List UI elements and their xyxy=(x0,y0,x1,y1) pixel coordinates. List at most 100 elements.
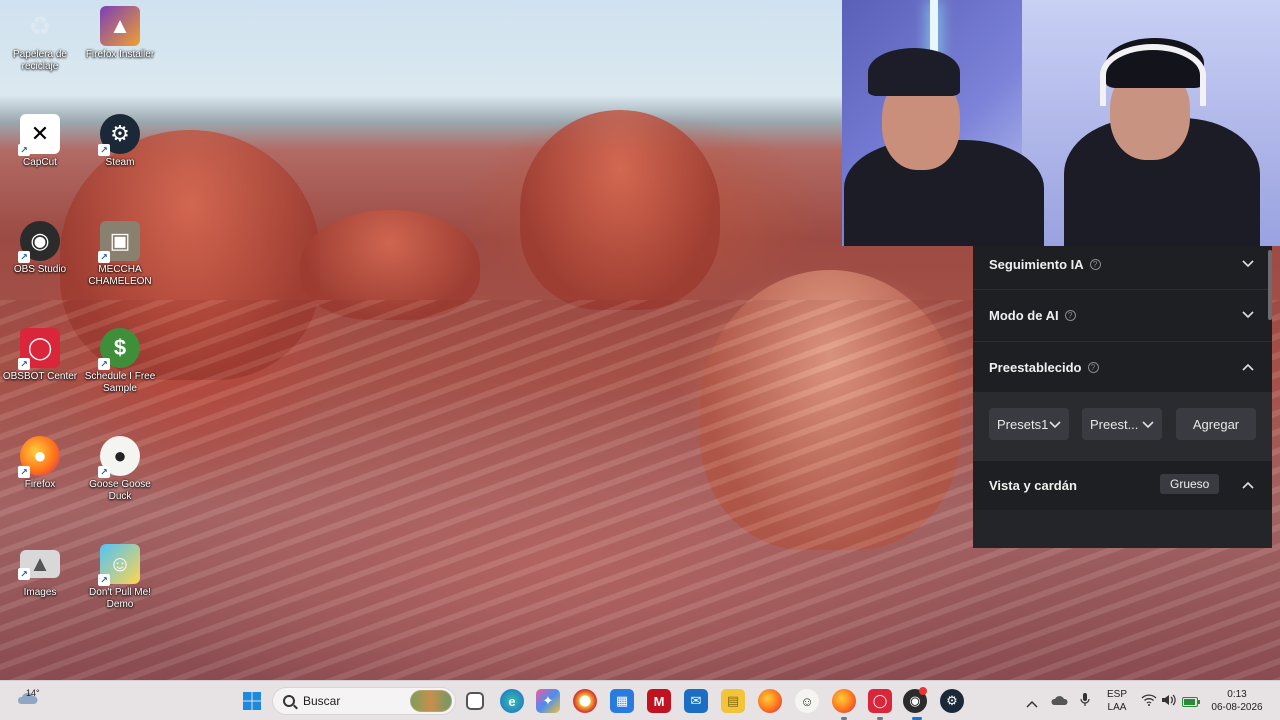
chevron-up-icon[interactable] xyxy=(1240,359,1256,375)
view-gimbal-content-area xyxy=(973,510,1272,548)
desktop-icon-label: Firefox xyxy=(24,479,56,490)
language-indicator[interactable]: ESP xyxy=(1106,689,1128,701)
add-preset-button-label: Agregar xyxy=(1192,416,1240,432)
chevron-down-icon xyxy=(1049,417,1061,432)
firefox-icon: ● ↗ xyxy=(18,436,60,478)
recording-indicator xyxy=(919,687,927,695)
panel-scrollbar[interactable] xyxy=(1268,250,1272,320)
section-view-gimbal-title: Vista y cardán xyxy=(989,477,1077,493)
webcam-headphones xyxy=(1100,44,1206,106)
desktop-icon-goose-goose-duck[interactable]: ● ↗ Goose Goose Duck xyxy=(80,436,160,503)
desktop-icon-obs-studio[interactable]: ◉ ↗ OBS Studio xyxy=(0,221,80,276)
volume-icon[interactable] xyxy=(1161,693,1177,711)
desktop-icon-label: Images xyxy=(23,587,57,598)
desktop-icon-label: Steam xyxy=(105,157,135,168)
view-mode-tag-label: Grueso xyxy=(1170,477,1210,491)
task-view-icon[interactable] xyxy=(466,692,484,710)
desktop-icon-steam[interactable]: ⚙ ↗ Steam xyxy=(80,114,160,169)
add-preset-button[interactable]: Agregar xyxy=(1176,408,1256,440)
help-icon[interactable]: ? xyxy=(1064,309,1076,321)
search-highlight-art xyxy=(410,690,452,712)
desktop-icon-label: OBSBOT Center xyxy=(2,371,78,382)
dont-pull-me-icon: ☺ ↗ xyxy=(98,544,140,586)
wallpaper-rock-center xyxy=(520,110,720,310)
meccha-chameleon-icon: ▣ ↗ xyxy=(98,221,140,263)
desktop-icon-label: Don't Pull Me! Demo xyxy=(89,587,151,610)
capcut-icon: ✕ ↗ xyxy=(18,114,60,156)
weather-temperature: 14° xyxy=(26,688,40,698)
desktop-icon-recycle-bin[interactable]: ♻ Papelera de reciclaje xyxy=(0,6,80,73)
help-icon[interactable]: ? xyxy=(1089,258,1101,270)
steam-taskbar-icon[interactable]: ⚙ xyxy=(940,689,964,713)
microphone-icon[interactable] xyxy=(1080,692,1090,713)
windows-start-icon[interactable] xyxy=(240,689,264,713)
section-preset-title: Preestablecido xyxy=(989,359,1082,375)
obsbot-settings-panel: Seguimiento IA ? Modo de AI ? Preestable… xyxy=(973,246,1272,548)
firefox-running-icon[interactable] xyxy=(832,689,856,713)
desktop-icon-images[interactable]: ▲ ↗ Images xyxy=(0,544,80,599)
search-icon xyxy=(283,695,295,707)
view-mode-tag[interactable]: Grueso xyxy=(1160,474,1220,494)
desktop-icon-schedule-i[interactable]: $ ↗ Schedule I Free Sample xyxy=(80,328,160,395)
desktop-icon-label: Goose Goose Duck xyxy=(89,479,151,502)
battery-icon[interactable] xyxy=(1182,694,1200,712)
preset-select-1-value: Presets1 xyxy=(997,416,1049,432)
show-hidden-icons-chevron-icon[interactable] xyxy=(1026,695,1038,713)
language-layout-indicator[interactable]: LAA xyxy=(1106,702,1128,714)
help-icon[interactable]: ? xyxy=(1087,361,1099,373)
divider xyxy=(973,289,1272,290)
section-preset[interactable]: Preestablecido ? xyxy=(973,350,1272,384)
obsbot-center-icon: ◯ ↗ xyxy=(18,328,60,370)
obs-studio-icon: ◉ ↗ xyxy=(18,221,60,263)
section-ai-mode[interactable]: Modo de AI ? xyxy=(973,298,1272,332)
onedrive-cloud-icon[interactable] xyxy=(1050,693,1068,711)
section-ai-tracking[interactable]: Seguimiento IA ? xyxy=(973,246,1272,282)
section-view-gimbal[interactable]: Vista y cardán xyxy=(973,468,1272,502)
preset-select-2[interactable]: Preest... xyxy=(1082,408,1162,440)
chevron-down-icon xyxy=(1142,417,1154,432)
schedule-i-icon: $ ↗ xyxy=(98,328,140,370)
goose-goose-duck-icon: ● ↗ xyxy=(98,436,140,478)
taskbar: 14° Buscar e ✦ ▦ M ✉ ▤ ☺ ◯ ◉ ⚙ ESP LAA 0… xyxy=(0,680,1280,720)
mcafee-icon[interactable]: M xyxy=(647,689,671,713)
chevron-up-icon[interactable] xyxy=(1240,477,1256,493)
desktop-icon-dont-pull-me[interactable]: ☺ ↗ Don't Pull Me! Demo xyxy=(80,544,160,611)
clock-time[interactable]: 0:13 xyxy=(1206,689,1268,701)
microsoft-store-icon[interactable]: ▦ xyxy=(610,689,634,713)
firefox-installer-icon: ▲ xyxy=(100,6,140,46)
desktop-icon-meccha-chameleon[interactable]: ▣ ↗ MECCHA CHAMELEON xyxy=(80,221,160,288)
desktop-icon-firefox-installer[interactable]: ▲ Firefox Installer xyxy=(80,6,160,61)
images-folder-icon: ▲ ↗ xyxy=(18,550,60,580)
section-ai-tracking-title: Seguimiento IA xyxy=(989,256,1084,272)
desktop-icon-label: CapCut xyxy=(23,157,57,168)
desktop-icon-label: Firefox Installer xyxy=(85,49,155,60)
clock-date[interactable]: 06-08-2026 xyxy=(1206,702,1268,714)
desktop-icon-label: Papelera de reciclaje xyxy=(13,49,67,72)
desktop-icon-obsbot-center[interactable]: ◯ ↗ OBSBOT Center xyxy=(0,328,80,383)
chevron-down-icon[interactable] xyxy=(1240,307,1256,323)
wifi-icon[interactable] xyxy=(1141,693,1157,711)
webcam-overlay xyxy=(842,0,1280,246)
preset-select-2-value: Preest... xyxy=(1090,416,1139,432)
section-ai-mode-title: Modo de AI xyxy=(989,307,1059,323)
desktop-icon-label: Schedule I Free Sample xyxy=(84,371,156,394)
webcam-person-left-cap xyxy=(868,48,960,96)
steam-icon: ⚙ ↗ xyxy=(98,114,140,156)
search-placeholder: Buscar xyxy=(303,694,341,708)
desktop-icon-capcut[interactable]: ✕ ↗ CapCut xyxy=(0,114,80,169)
divider xyxy=(973,460,1272,461)
obsbot-taskbar-icon[interactable]: ◯ xyxy=(868,689,892,713)
file-explorer-icon[interactable]: ▤ xyxy=(721,689,745,713)
edge-icon[interactable]: e xyxy=(500,689,524,713)
preset-select-1[interactable]: Presets1 xyxy=(989,408,1069,440)
desktop-icon-label: OBS Studio xyxy=(13,264,67,275)
chrome-icon[interactable] xyxy=(573,689,597,713)
desktop-icon-firefox[interactable]: ● ↗ Firefox xyxy=(0,436,80,491)
outlook-icon[interactable]: ✉ xyxy=(684,689,708,713)
divider xyxy=(973,341,1272,342)
goose-goose-duck-taskbar-icon[interactable]: ☺ xyxy=(795,689,819,713)
chevron-down-icon[interactable] xyxy=(1240,256,1256,272)
desktop-icon-label: MECCHA CHAMELEON xyxy=(88,264,152,287)
firefox-taskbar-icon[interactable] xyxy=(758,689,782,713)
copilot-icon[interactable]: ✦ xyxy=(536,689,560,713)
